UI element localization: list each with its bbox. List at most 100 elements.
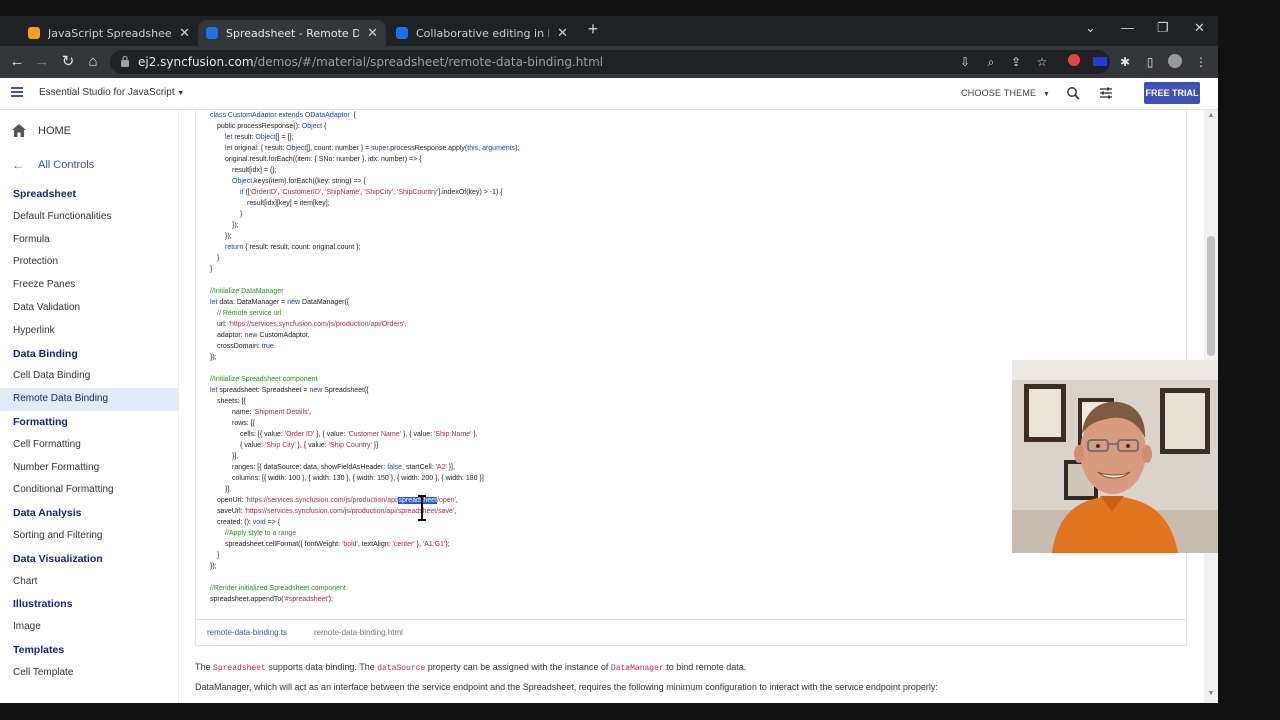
code-token: }, { value: bbox=[314, 431, 348, 438]
code-token: }); bbox=[210, 563, 217, 570]
code-token: }] bbox=[371, 442, 379, 449]
code-token: }); bbox=[232, 222, 239, 229]
new-tab-icon[interactable]: + bbox=[584, 20, 602, 38]
close-tab-icon[interactable]: ✕ bbox=[179, 26, 190, 41]
tab-search-icon[interactable]: ⌄ bbox=[1085, 20, 1096, 36]
code-token: }, bbox=[471, 431, 478, 438]
code-token: , bbox=[309, 409, 311, 416]
profile-avatar-icon[interactable] bbox=[1167, 54, 1183, 70]
browser-tab-2[interactable]: Collaborative editing in EJ2 TypeScript … bbox=[388, 20, 576, 46]
browser-tab-1[interactable]: Spreadsheet - Remote Data Binding ✕ bbox=[198, 20, 386, 46]
free-trial-button[interactable]: FREE TRIAL bbox=[1144, 82, 1200, 104]
sidebar-category[interactable]: Formatting bbox=[0, 411, 178, 434]
sidebar-item[interactable]: Cell Data Binding bbox=[0, 365, 178, 388]
sidebar-category[interactable]: Data Analysis bbox=[0, 502, 178, 525]
sidebar-item[interactable]: Hyperlink bbox=[0, 320, 178, 343]
syncfusion-favicon-icon bbox=[28, 27, 40, 39]
sidebar-item[interactable]: Cell Formatting bbox=[0, 434, 178, 457]
browser-tab-0[interactable]: JavaScript Spreadsheet | Fast HTML ✕ bbox=[20, 20, 198, 46]
sidebar-item[interactable]: Chart bbox=[0, 571, 178, 594]
webcam-overlay bbox=[1012, 360, 1218, 553]
sidebar-item[interactable]: Sorting and Filtering bbox=[0, 525, 178, 548]
code-line: }); bbox=[225, 231, 232, 242]
sidebar-item[interactable]: Number Formatting bbox=[0, 457, 178, 480]
code-line: url: 'https://services.syncfusion.com/js… bbox=[217, 319, 406, 330]
url-text: ej2.syncfusion.com/demos/#/material/spre… bbox=[138, 55, 603, 69]
search-icon[interactable] bbox=[1066, 86, 1080, 100]
sidebar-category[interactable]: Illustrations bbox=[0, 593, 178, 616]
sidebar-category[interactable]: Spreadsheet bbox=[0, 183, 178, 206]
minimize-icon[interactable]: — bbox=[1121, 20, 1134, 35]
sidebar-home-link[interactable]: HOME bbox=[12, 124, 71, 137]
sidebar-item[interactable]: Data Validation bbox=[0, 297, 178, 320]
caret-down-icon: ▼ bbox=[1042, 91, 1051, 98]
share-icon[interactable]: ⇪ bbox=[1008, 54, 1024, 70]
sidebar-item[interactable]: Cell Template bbox=[0, 662, 178, 685]
code-token: crossDomain: bbox=[217, 343, 262, 350]
code-line: ranges: [{ dataSource: data, showFieldAs… bbox=[232, 462, 455, 473]
sidebar-category[interactable]: Templates bbox=[0, 639, 178, 662]
choose-theme-dropdown[interactable]: CHOOSE THEME ▼ bbox=[961, 88, 1050, 98]
forward-icon[interactable]: → bbox=[33, 53, 51, 71]
product-selector[interactable]: Essential Studio for JavaScript ▼ bbox=[39, 87, 184, 98]
sidebar-item[interactable]: Conditional Formatting bbox=[0, 479, 178, 502]
code-token: ); bbox=[515, 145, 520, 152]
install-icon[interactable]: ⇩ bbox=[957, 54, 973, 70]
zoom-icon[interactable]: ⌕ bbox=[983, 54, 999, 70]
code-token: sheets: [{ bbox=[217, 398, 246, 405]
code-line: crossDomain: true bbox=[217, 341, 274, 352]
extension-blue-icon[interactable] bbox=[1092, 54, 1108, 70]
bookmark-star-icon[interactable]: ☆ bbox=[1034, 54, 1050, 70]
code-token: .keys(item).forEach((key: string) => { bbox=[252, 178, 366, 185]
maximize-icon[interactable]: ❐ bbox=[1157, 20, 1169, 36]
code-token: ); bbox=[445, 541, 450, 548]
settings-sliders-icon[interactable] bbox=[1099, 86, 1113, 100]
browser-menu-icon[interactable]: ⋮ bbox=[1193, 54, 1209, 70]
code-token: original: { result: bbox=[232, 145, 287, 152]
code-line: public processResponse(): Object { bbox=[217, 121, 326, 132]
code-token: ranges: [{ dataSource: data, showFieldAs… bbox=[232, 464, 388, 471]
code-token: }); bbox=[210, 354, 217, 361]
code-token: Object bbox=[301, 123, 323, 130]
presenter-video-image bbox=[1012, 360, 1218, 553]
code-token: }], bbox=[225, 486, 232, 493]
sidebar-item[interactable]: Formula bbox=[0, 229, 178, 252]
code-token: 'Ship Country' bbox=[328, 442, 372, 449]
extension-red-icon[interactable] bbox=[1066, 54, 1082, 70]
code-token: CustomAdaptor, bbox=[257, 332, 310, 339]
theme-label: CHOOSE THEME bbox=[961, 88, 1037, 98]
reload-icon[interactable]: ↻ bbox=[59, 53, 77, 71]
source-tab-ts[interactable]: remote-data-binding.ts bbox=[207, 628, 287, 637]
close-tab-icon[interactable]: ✕ bbox=[367, 26, 378, 41]
code-token: 'A1:G1' bbox=[422, 541, 446, 548]
scrollbar-thumb[interactable] bbox=[1207, 236, 1215, 356]
code-token: spreadsheet: Spreadsheet = bbox=[217, 387, 310, 394]
home-icon[interactable]: ⌂ bbox=[84, 53, 102, 71]
code-line: } bbox=[210, 264, 212, 275]
hamburger-menu-icon[interactable] bbox=[11, 87, 23, 97]
side-panel-icon[interactable]: ▯ bbox=[1142, 54, 1158, 70]
code-line: name: 'Shipment Details', bbox=[232, 407, 311, 418]
code-token: data: DataManager = bbox=[217, 299, 288, 306]
code-token: Spreadsheet({ bbox=[322, 387, 369, 394]
all-controls-link[interactable]: ← All Controls bbox=[12, 158, 94, 172]
code-token: spreadsheet.cellFormat({ fontWeight: bbox=[225, 541, 342, 548]
extensions-puzzle-icon[interactable]: ✱ bbox=[1117, 54, 1133, 70]
sidebar-item[interactable]: Default Functionalities bbox=[0, 206, 178, 229]
sidebar-item[interactable]: Image bbox=[0, 616, 178, 639]
sidebar-category[interactable]: Data Binding bbox=[0, 343, 178, 366]
sidebar-item[interactable]: Freeze Panes bbox=[0, 274, 178, 297]
sidebar-category[interactable]: Data Visualization bbox=[0, 548, 178, 571]
code-line: } bbox=[240, 209, 242, 220]
sidebar-item[interactable]: Remote Data Binding bbox=[0, 388, 178, 411]
code-line: Object.keys(item).forEach((key: string) … bbox=[232, 176, 366, 187]
back-icon[interactable]: ← bbox=[8, 53, 26, 71]
source-tab-html[interactable]: remote-data-binding.html bbox=[314, 628, 403, 637]
sidebar-item[interactable]: Protection bbox=[0, 251, 178, 274]
scroll-down-icon[interactable]: ▼ bbox=[1207, 690, 1215, 697]
close-window-icon[interactable]: ✕ bbox=[1194, 20, 1205, 36]
close-tab-icon[interactable]: ✕ bbox=[557, 26, 568, 41]
code-token: saveUrl: bbox=[217, 508, 245, 515]
browser-toolbar: ← → ↻ ⌂ ej2.syncfusion.com/demos/#/mater… bbox=[0, 46, 1218, 78]
scroll-up-icon[interactable]: ▲ bbox=[1207, 112, 1215, 119]
